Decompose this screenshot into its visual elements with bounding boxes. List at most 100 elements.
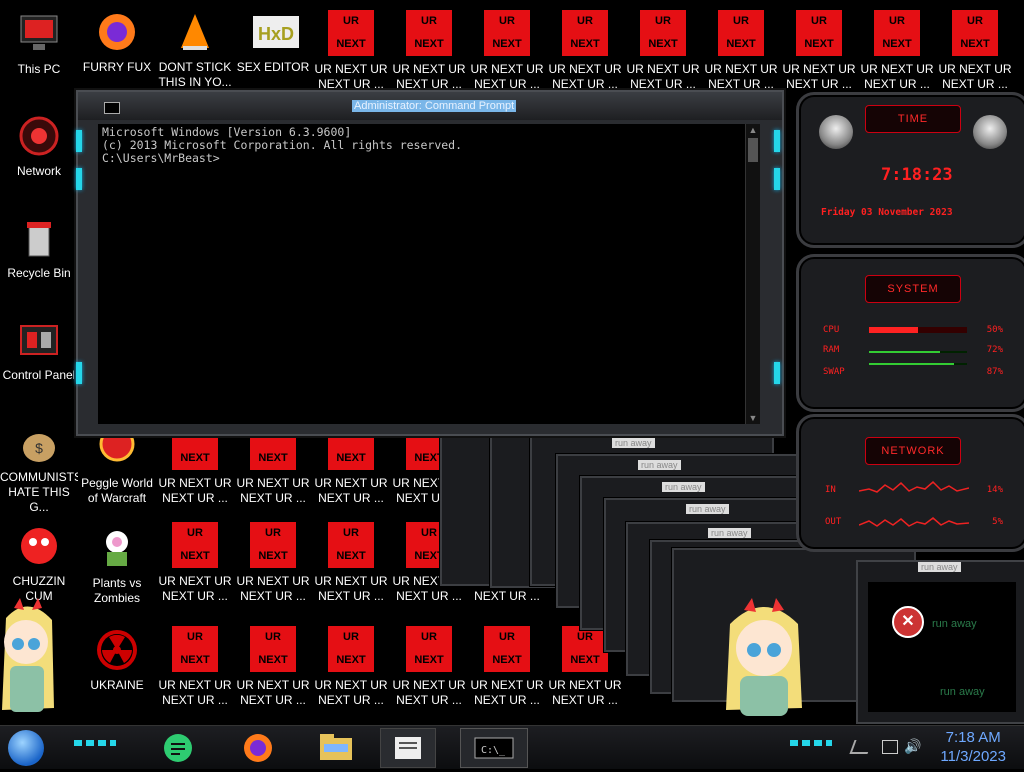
desktop-icon-ur-next[interactable]: URNEXTUR NEXT URNEXT UR ... xyxy=(312,10,390,92)
desktop-icon-ur-next[interactable]: URNEXTUR NEXT URNEXT UR ... xyxy=(234,626,312,708)
next-text: NEXT xyxy=(336,550,366,562)
desktop-icon-ur-next[interactable]: URNEXTUR NEXT URNEXT UR ... xyxy=(858,10,936,92)
taskbar-app-chat[interactable] xyxy=(160,728,196,766)
desktop-icon-label: Control Panel xyxy=(2,368,76,382)
desktop-icon-ur-next[interactable]: URNEXTUR NEXT URNEXT UR ... xyxy=(156,424,234,506)
radiation-icon xyxy=(95,628,139,672)
label-line-2: NEXT UR ... xyxy=(552,77,618,91)
next-text: NEXT xyxy=(180,550,210,562)
desktop-icon-label: UR NEXT URNEXT UR ... xyxy=(702,62,780,92)
ur-text: UR xyxy=(811,15,827,27)
label-line-2: NEXT UR ... xyxy=(162,693,228,707)
label-line-1: UR NEXT UR xyxy=(236,574,310,588)
desktop-icon-ur-next[interactable]: URNEXTUR NEXT URNEXT UR ... xyxy=(702,10,780,92)
volume-icon[interactable]: 🔊 xyxy=(904,738,921,755)
system-gadget[interactable]: SYSTEM CPU 50% RAM 72% SWAP 87% xyxy=(796,254,1024,412)
hxd-icon: HxD xyxy=(251,10,299,54)
scroll-up-icon[interactable]: ▲ xyxy=(746,124,760,136)
vlc-icon xyxy=(173,10,217,54)
ur-next-icon: UR NEXT xyxy=(406,10,452,56)
time-gadget[interactable]: TIME 7:18:23 Friday 03 November 2023 xyxy=(796,92,1024,248)
recycle-bin-icon xyxy=(17,216,61,260)
vertical-scrollbar[interactable]: ▲ ▼ xyxy=(745,124,760,424)
label-line-1: UR NEXT UR xyxy=(158,476,232,490)
title-bar[interactable]: Administrator: Command Prompt xyxy=(78,92,782,120)
desktop-icon-ur-next[interactable]: URNEXTUR NEXT URNEXT UR ... xyxy=(156,522,234,604)
action-center-icon[interactable] xyxy=(849,740,873,754)
folder-icon xyxy=(320,734,352,760)
label-line-2: NEXT UR ... xyxy=(240,491,306,505)
desktop-icon-ur-next[interactable]: URNEXTUR NEXT URNEXT UR ... xyxy=(234,424,312,506)
desktop-icon-label: UR NEXT URNEXT UR ... xyxy=(156,678,234,708)
network-gadget[interactable]: NETWORK IN 14% OUT 5% xyxy=(796,414,1024,552)
next-text: NEXT xyxy=(180,452,210,464)
desktop-icon-ur-next[interactable]: URNEXTUR NEXT URNEXT UR ... xyxy=(624,10,702,92)
desktop-icon-label: Recycle Bin xyxy=(7,266,71,280)
net-in-graph xyxy=(859,480,969,493)
ur-text: UR xyxy=(421,631,437,643)
ghost-window-title: run away xyxy=(686,504,729,514)
desktop-icon-ur-next[interactable]: URNEXTUR NEXT URNEXT UR ... xyxy=(390,626,468,708)
desktop-icon-recycle-bin[interactable]: Recycle Bin xyxy=(0,216,78,281)
desktop-icon-label: UR NEXT URNEXT UR ... xyxy=(624,62,702,92)
ghost-window-title: run away xyxy=(662,482,705,492)
label-line-2: NEXT UR ... xyxy=(630,77,696,91)
desktop-icon-label: COMMUNISTS HATE THIS G... xyxy=(0,470,78,514)
ram-bar xyxy=(869,351,967,353)
command-prompt-window[interactable]: Administrator: Command Prompt Microsoft … xyxy=(76,90,784,436)
desktop-icon-label: UR NEXT URNEXT UR ... xyxy=(156,476,234,506)
ur-next-icon: UR NEXT xyxy=(406,626,452,672)
desktop-icon-ukraine[interactable]: UKRAINE xyxy=(78,628,156,693)
scroll-thumb[interactable] xyxy=(748,138,758,162)
next-text: NEXT xyxy=(258,654,288,666)
ur-next-icon: UR NEXT xyxy=(562,626,608,672)
desktop-icon-ur-next[interactable]: URNEXTUR NEXT URNEXT UR ... xyxy=(312,522,390,604)
taskbar-app-firefox[interactable] xyxy=(240,728,276,766)
desktop-icon-dont-stick[interactable]: DONT STICK THIS IN YO... xyxy=(156,10,234,90)
desktop-icon-ur-next[interactable]: URNEXTUR NEXT URNEXT UR ... xyxy=(312,424,390,506)
desktop-icon-ur-next[interactable]: URNEXTUR NEXT URNEXT UR ... xyxy=(312,626,390,708)
taskbar-app-cmd[interactable]: C:\_ xyxy=(460,728,528,768)
desktop-icon-ur-next[interactable]: URNEXTUR NEXT URNEXT UR ... xyxy=(468,626,546,708)
desktop-icon-communists[interactable]: $ COMMUNISTS HATE THIS G... xyxy=(0,420,78,515)
desktop-icon-ur-next[interactable]: URNEXTUR NEXT URNEXT UR ... xyxy=(546,10,624,92)
taskbar-app-explorer[interactable] xyxy=(316,728,356,766)
desktop-icon-label: FURRY FUX xyxy=(82,60,152,74)
ur-next-icon: UR NEXT xyxy=(484,10,530,56)
scroll-down-icon[interactable]: ▼ xyxy=(746,412,760,424)
label-line-1: UR NEXT UR xyxy=(470,678,544,692)
label-line-1: UR NEXT UR xyxy=(704,62,778,76)
desktop-icon-furry-fux[interactable]: FURRY FUX xyxy=(78,10,156,75)
start-button[interactable] xyxy=(8,730,44,766)
desktop-icon-plants[interactable]: Plants vs Zombies xyxy=(78,526,156,606)
ram-label: RAM xyxy=(823,345,840,355)
cpu-label: CPU xyxy=(823,325,840,335)
run-away-dialog[interactable]: run away ✕ run away run away xyxy=(856,560,1024,724)
desktop-icon-this-pc[interactable]: This PC xyxy=(0,12,78,77)
desktop-icon-control-panel[interactable]: Control Panel xyxy=(0,318,78,383)
desktop-icon-chuzzin[interactable]: CHUZZIN CUM xyxy=(0,524,78,604)
console-output[interactable]: Microsoft Windows [Version 6.3.9600] (c)… xyxy=(98,124,754,424)
desktop-icon-ur-next[interactable]: URNEXTUR NEXT URNEXT UR ... xyxy=(390,10,468,92)
dialog-button[interactable]: run away xyxy=(940,686,985,698)
star-butterfly-left xyxy=(2,598,54,712)
desktop-icon-label: This PC xyxy=(17,62,61,76)
desktop-icon-ur-next[interactable]: URNEXTUR NEXT URNEXT UR ... xyxy=(234,522,312,604)
ur-text: UR xyxy=(733,15,749,27)
desktop-icon-ur-next[interactable]: URNEXTUR NEXT URNEXT UR ... xyxy=(468,10,546,92)
network-tray-icon[interactable] xyxy=(882,740,898,754)
desktop-icon-label: UR NEXT URNEXT UR ... xyxy=(234,574,312,604)
taskbar-app-notepad[interactable] xyxy=(380,728,436,768)
desktop-icon-ur-next[interactable]: URNEXTUR NEXT URNEXT UR ... xyxy=(780,10,858,92)
clock-time: 7:18:23 xyxy=(881,165,953,185)
label-line-1: UR NEXT UR xyxy=(314,62,388,76)
desktop-icon-peggle[interactable]: Peggle World of Warcraft xyxy=(78,426,156,506)
desktop-icon-ur-next[interactable]: URNEXTUR NEXT URNEXT UR ... xyxy=(936,10,1014,92)
desktop-icon-network[interactable]: Network xyxy=(0,114,78,179)
desktop-icon-sex-editor[interactable]: HxD SEX EDITOR xyxy=(234,10,312,75)
ur-text: UR xyxy=(967,15,983,27)
ur-next-icon: UR NEXT xyxy=(172,626,218,672)
system-clock[interactable]: 7:18 AM 11/3/2023 xyxy=(940,728,1006,766)
desktop-icon-ur-next[interactable]: URNEXT UR NEXT URNEXT UR ... xyxy=(156,626,234,708)
label-line-2: NEXT UR ... xyxy=(396,693,462,707)
